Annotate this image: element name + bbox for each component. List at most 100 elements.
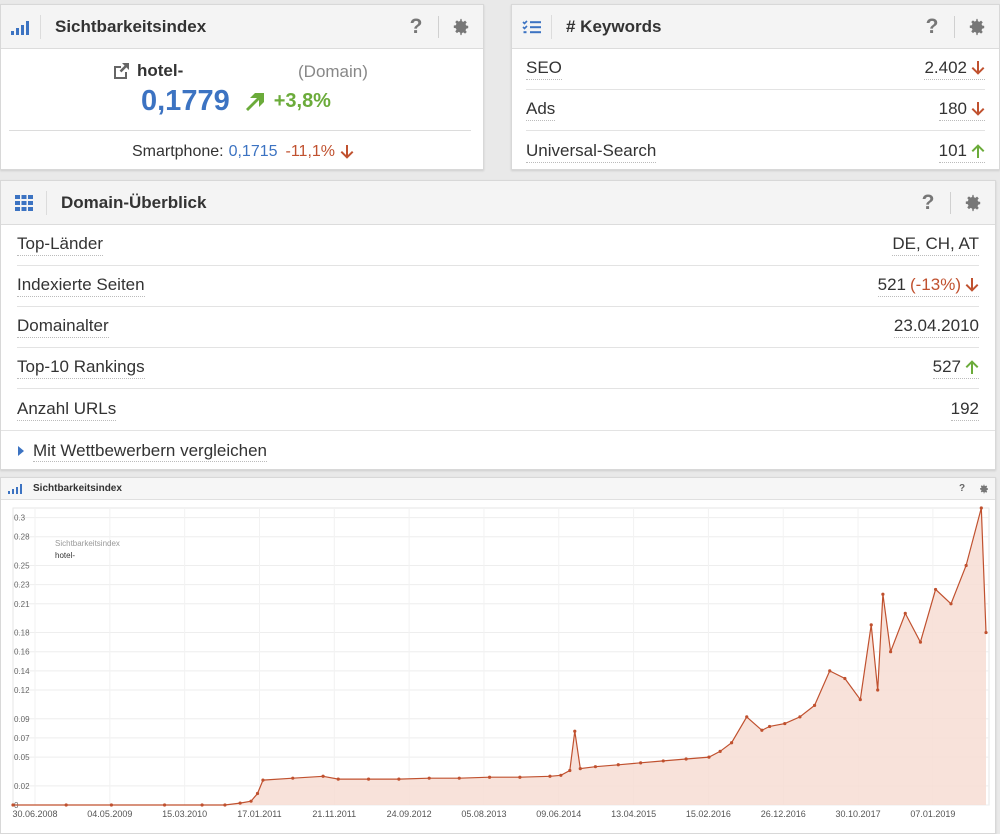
settings-button[interactable] — [439, 5, 483, 48]
data-point — [812, 703, 817, 707]
arrow-down-icon — [965, 278, 979, 292]
overview-panel-title: Domain-Überblick — [61, 192, 207, 212]
overview-value: 527 — [932, 357, 961, 376]
data-point — [684, 757, 688, 761]
x-tick-label: 30.10.2017 — [836, 809, 881, 819]
data-point — [984, 630, 988, 635]
data-point — [573, 729, 577, 733]
data-point — [518, 775, 522, 779]
visibility-value: 0,1779 — [141, 85, 230, 117]
overview-row-top10-rankings[interactable]: Top-10 Rankings 527 — [17, 348, 979, 389]
data-point — [548, 774, 552, 778]
keywords-panel-header: # Keywords ? — [512, 5, 999, 49]
keywords-panel: # Keywords ? SEO 2.402 Ads 180 Universal… — [511, 4, 1000, 170]
x-tick-label: 24.09.2012 — [387, 809, 432, 819]
gear-icon — [969, 18, 985, 35]
data-point — [366, 777, 371, 781]
data-point — [616, 763, 620, 767]
x-tick-label: 13.04.2015 — [611, 809, 656, 819]
keyword-row-universal-search[interactable]: Universal-Search 101 — [526, 131, 985, 169]
smartphone-label: Smartphone: — [131, 143, 224, 160]
overview-row-indexed-pages[interactable]: Indexierte Seiten 521 (-13%) — [17, 266, 979, 307]
keyword-row-seo[interactable]: SEO 2.402 — [526, 49, 985, 90]
visibility-panel-header: Sichtbarkeitsindex ? — [1, 5, 483, 49]
y-tick-label: 0.28 — [14, 533, 30, 542]
settings-button[interactable] — [973, 484, 995, 494]
data-point — [767, 724, 772, 729]
y-tick-label: 0.3 — [14, 514, 26, 523]
data-point — [639, 761, 643, 765]
visibility-chart[interactable]: 00.020.050.070.090.120.140.160.180.210.2… — [1, 500, 995, 833]
data-point — [291, 776, 295, 780]
data-point — [881, 592, 885, 596]
overview-panel: Domain-Überblick ? Top-Länder DE, CH, AT… — [0, 180, 996, 470]
compare-competitors-label: Mit Wettbewerbern vergleichen — [33, 440, 268, 462]
data-point — [869, 623, 873, 627]
arrow-down-icon — [971, 61, 985, 75]
overview-value: 192 — [950, 399, 979, 421]
x-tick-label: 17.01.2011 — [237, 809, 281, 819]
overview-label: Indexierte Seiten — [17, 275, 145, 297]
data-point — [64, 803, 68, 807]
data-point — [949, 602, 953, 606]
data-point — [427, 776, 431, 780]
data-point — [568, 768, 572, 773]
arrow-down-icon — [340, 145, 354, 159]
domain-name[interactable]: hotel- — [137, 61, 183, 81]
data-point — [718, 749, 722, 753]
x-tick-label: 30.06.2008 — [12, 809, 57, 819]
data-point — [11, 803, 15, 807]
overview-row-top-countries[interactable]: Top-Länder DE, CH, AT — [17, 225, 979, 266]
gear-icon — [965, 194, 981, 211]
x-tick-label: 09.06.2014 — [536, 809, 581, 819]
help-button[interactable]: ? — [951, 483, 973, 494]
data-point — [729, 741, 734, 745]
y-tick-label: 0.05 — [14, 753, 30, 762]
overview-label: Top-Länder — [17, 234, 104, 256]
data-point — [798, 715, 802, 719]
keyword-row-ads[interactable]: Ads 180 — [526, 90, 985, 131]
gear-icon — [980, 484, 988, 493]
data-point — [843, 676, 847, 681]
data-point — [745, 715, 749, 719]
chart-panel-title: Sichtbarkeitsindex — [33, 483, 122, 494]
help-button[interactable]: ? — [910, 5, 954, 48]
data-point — [457, 776, 461, 780]
help-button[interactable]: ? — [394, 5, 438, 48]
arrow-up-icon — [965, 360, 979, 374]
data-point — [200, 803, 204, 807]
overview-row-domain-age[interactable]: Domainalter 23.04.2010 — [17, 307, 979, 348]
signal-bars-icon — [1, 14, 41, 39]
compare-competitors-link[interactable]: Mit Wettbewerbern vergleichen — [1, 430, 995, 469]
data-point — [933, 587, 938, 592]
visibility-change: +3,8% — [273, 90, 331, 112]
overview-value: 23.04.2010 — [893, 316, 979, 338]
help-button[interactable]: ? — [906, 181, 950, 224]
overview-label: Domainalter — [17, 316, 109, 338]
arrow-up-icon — [971, 143, 985, 158]
data-point — [707, 755, 711, 759]
data-point — [979, 506, 983, 510]
external-link-icon[interactable] — [111, 62, 131, 80]
data-point — [858, 698, 862, 702]
overview-panel-header: Domain-Überblick ? — [1, 181, 995, 225]
legend-title: Sichtbarkeitsindex — [55, 539, 120, 548]
visibility-panel-title: Sichtbarkeitsindex — [55, 16, 207, 36]
keyword-value: 101 — [938, 140, 967, 160]
data-point — [661, 759, 665, 763]
settings-button[interactable] — [951, 181, 995, 224]
settings-button[interactable] — [955, 5, 999, 48]
data-point — [783, 721, 787, 726]
overview-change: (-13%) — [909, 275, 961, 294]
x-tick-label: 15.03.2010 — [162, 809, 207, 819]
data-point — [889, 650, 893, 654]
overview-row-url-count[interactable]: Anzahl URLs 192 — [17, 389, 979, 430]
keyword-label: Ads — [526, 99, 556, 121]
data-point — [223, 803, 227, 807]
signal-bars-icon — [1, 483, 29, 494]
data-point — [828, 669, 832, 673]
x-tick-label: 26.12.2016 — [761, 809, 806, 819]
keyword-label: SEO — [526, 58, 562, 80]
smartphone-value: 0,1715 — [228, 143, 278, 160]
data-point — [578, 766, 582, 771]
